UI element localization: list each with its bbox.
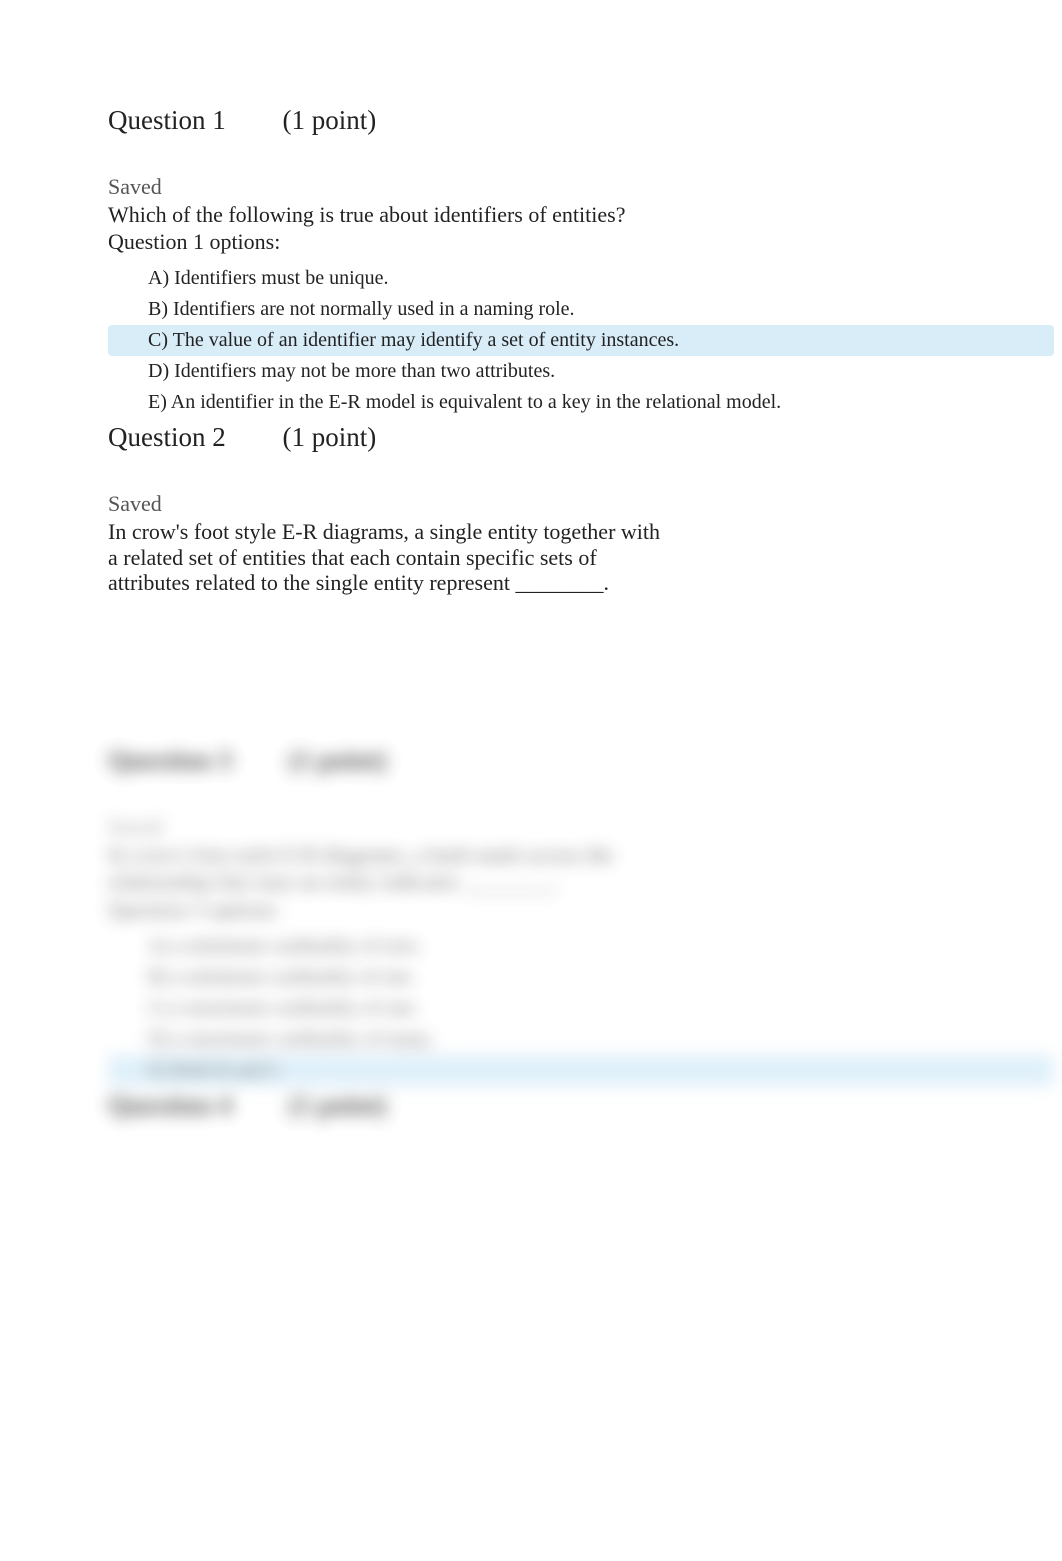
question-3-option-c: C) a maximum cardinality of one. <box>108 993 954 1024</box>
question-3-option-e: E) Both B and C <box>108 1055 1054 1086</box>
question-3-points: (1 point) <box>289 745 387 776</box>
question-1-option-c[interactable]: C) The value of an identifier may identi… <box>108 325 1054 356</box>
question-4-header: Question 4 (1 point) <box>108 1090 954 1121</box>
question-3-header: Question 3 (1 point) <box>108 745 954 776</box>
question-1-options: A) Identifiers must be unique. B) Identi… <box>108 263 954 418</box>
question-1-saved-status: Saved <box>108 174 954 200</box>
question-2-text: In crow's foot style E-R diagrams, a sin… <box>108 519 668 595</box>
question-3-text-line1: In crow's foot style E-R diagrams, a has… <box>108 842 954 867</box>
question-3-options-label: Question 3 options: <box>108 897 954 923</box>
question-2-saved-status: Saved <box>108 491 954 517</box>
question-1-options-label: Question 1 options: <box>108 229 954 255</box>
question-2-points: (1 point) <box>283 422 377 453</box>
question-1-points: (1 point) <box>283 105 377 136</box>
question-1-option-d[interactable]: D) Identifiers may not be more than two … <box>108 356 954 387</box>
question-3-options: A) a minimum cardinality of zero. B) a m… <box>108 931 954 1086</box>
question-3-number: Question 3 <box>108 745 232 776</box>
question-2-header: Question 2 (1 point) <box>108 422 954 453</box>
question-1-number: Question 1 <box>108 105 226 136</box>
question-1-option-a[interactable]: A) Identifiers must be unique. <box>108 263 954 294</box>
question-3-text-line2: relationship line near an entity indicat… <box>108 869 954 894</box>
question-1-header: Question 1 (1 point) <box>108 105 954 136</box>
question-2-number: Question 2 <box>108 422 226 453</box>
question-4-number: Question 4 <box>108 1090 232 1121</box>
question-3-option-b: B) a minimum cardinality of one. <box>108 962 954 993</box>
question-1-option-b[interactable]: B) Identifiers are not normally used in … <box>108 294 954 325</box>
question-1-text: Which of the following is true about ide… <box>108 202 954 227</box>
question-3-option-d: D) a maximum cardinality of many. <box>108 1024 954 1055</box>
blurred-content: Question 3 (1 point) Saved In crow's foo… <box>108 745 954 1121</box>
question-1-option-e[interactable]: E) An identifier in the E-R model is equ… <box>108 387 954 418</box>
question-3-saved-status: Saved <box>108 814 954 840</box>
question-4-points: (1 point) <box>289 1090 387 1121</box>
question-3-option-a: A) a minimum cardinality of zero. <box>108 931 954 962</box>
